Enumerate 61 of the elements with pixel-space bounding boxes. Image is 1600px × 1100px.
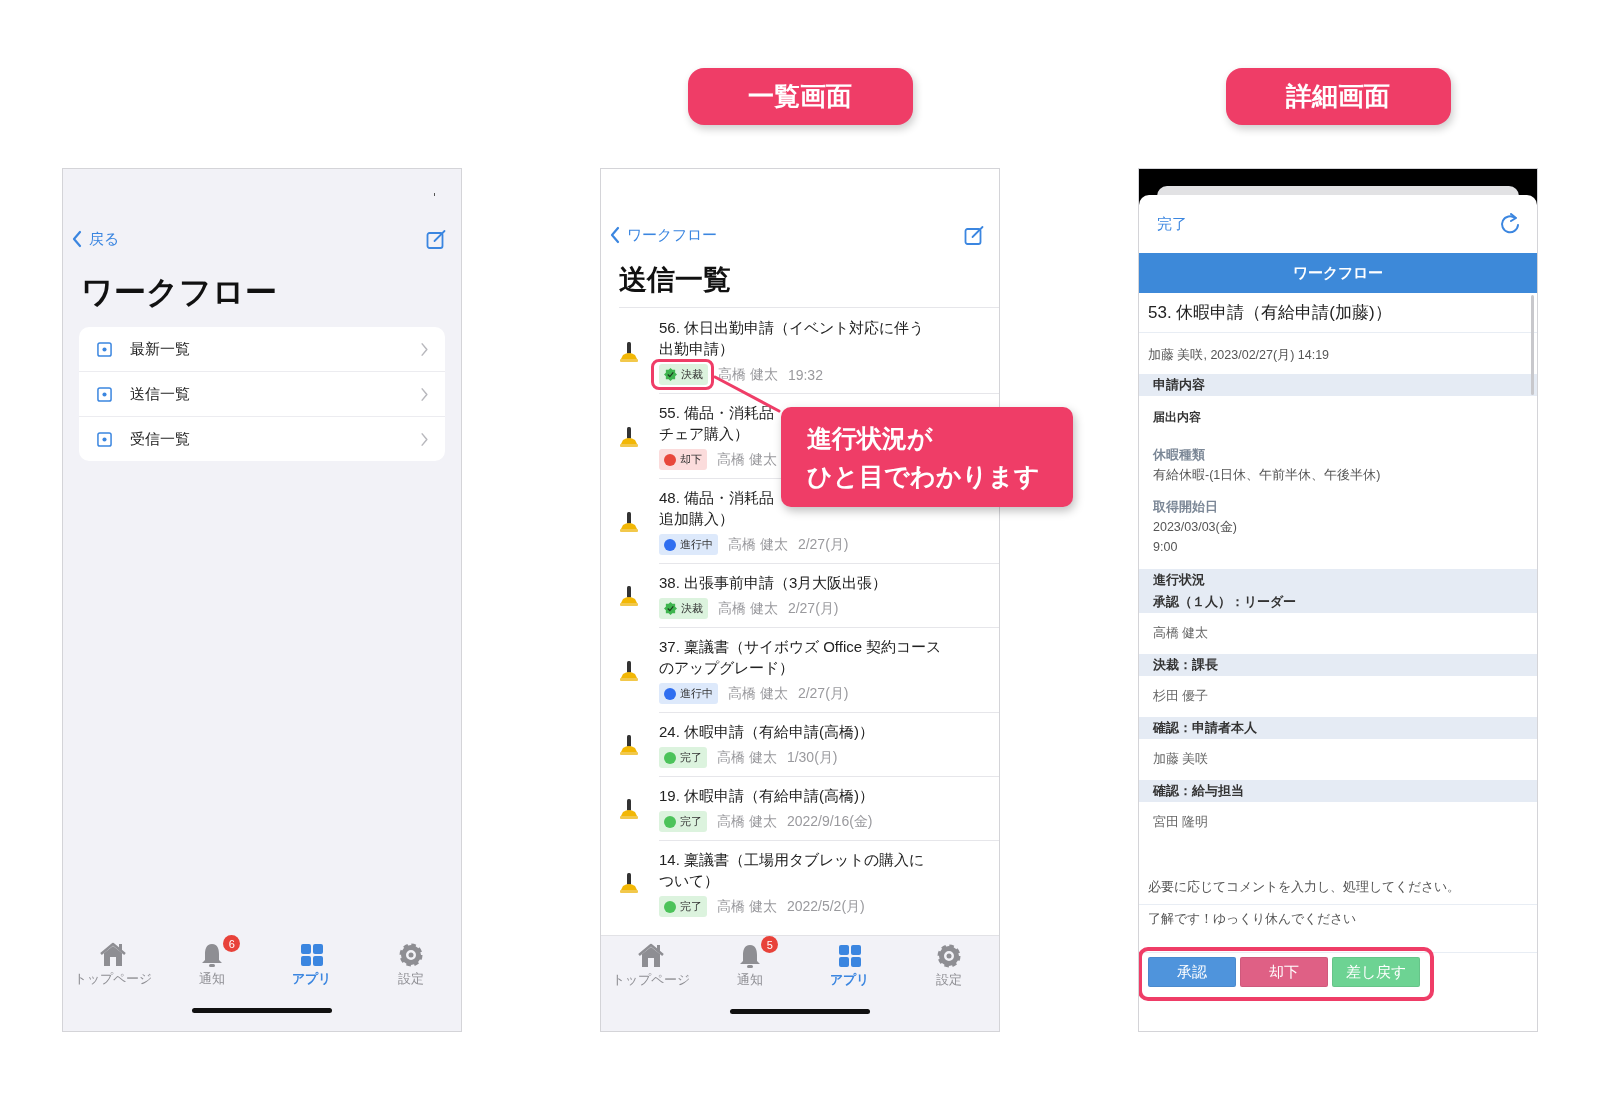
field-value: 有給休暇-(1日休、午前半休、午後半休) xyxy=(1153,467,1382,484)
item-title: ついて） xyxy=(659,871,719,891)
item-title: 48. 備品・消耗品 xyxy=(659,488,775,508)
person-name: 杉田 優子 xyxy=(1152,688,1210,705)
item-title: 37. 稟議書（サイボウズ Office 契約コース xyxy=(659,637,942,657)
section-title: 決裁：課長 xyxy=(1153,657,1219,673)
item-date: 2/27(月) xyxy=(797,535,849,554)
author-name: 高橋 健太 xyxy=(717,450,777,469)
author-name: 高橋 健太 xyxy=(728,535,788,554)
status-badge: 完了 xyxy=(659,811,707,832)
notification-badge: 5 xyxy=(761,936,779,953)
author-name: 高橋 健太 xyxy=(717,897,777,916)
section-title: 確認：給与担当 xyxy=(1153,783,1245,799)
status-badge: 完了 xyxy=(659,896,707,917)
section-title: 承認（１人）：リーダー xyxy=(1153,594,1297,610)
item-title: 追加購入） xyxy=(659,509,734,529)
item-date: 19:32 xyxy=(787,366,823,383)
heading-label: 一覧画面 xyxy=(687,68,913,125)
section-title: 申請内容 xyxy=(1153,377,1206,393)
header-bar: ワークフロー xyxy=(1139,253,1537,293)
callout-text: ひと目でわかります xyxy=(807,461,1041,492)
item-title: のアップグレード） xyxy=(659,658,794,678)
field-label: 休暇種類 xyxy=(1153,447,1206,464)
status-badge: 進行中 xyxy=(659,683,718,704)
detail-meta: 加藤 美咲, 2023/02/27(月) 14:19 xyxy=(1147,347,1331,364)
status-badge: 進行中 xyxy=(659,534,718,555)
item-date: 2022/5/2(月) xyxy=(786,897,865,916)
item-date: 2022/9/16(金) xyxy=(786,812,873,831)
status-badge: 却下 xyxy=(659,449,707,470)
item-date: 2/27(月) xyxy=(787,599,839,618)
status-badge: 完了 xyxy=(659,747,707,768)
notification-badge: 6 xyxy=(223,935,241,952)
item-title: 14. 稟議書（工場用タブレットの購入に xyxy=(659,850,925,870)
status-badge: 決裁 xyxy=(659,598,708,619)
field-value: 2023/03/03(金) xyxy=(1153,519,1238,536)
item-title: 55. 備品・消耗品 xyxy=(659,403,775,423)
field-heading: 届出内容 xyxy=(1152,409,1202,425)
page-title: ワークフロー xyxy=(81,273,278,312)
heading-label: 詳細画面 xyxy=(1225,68,1451,125)
person-name: 宮田 隆明 xyxy=(1152,814,1210,831)
field-value: 9:00 xyxy=(1153,539,1179,556)
author-name: 高橋 健太 xyxy=(718,599,778,618)
item-title: 24. 休暇申請（有給申請(高橋)） xyxy=(659,722,874,742)
field-label: 取得開始日 xyxy=(1153,499,1219,516)
item-title: 出勤申請） xyxy=(659,339,734,359)
item-date: 1/30(月) xyxy=(786,748,838,767)
author-name: 高橋 健太 xyxy=(717,748,777,767)
callout-text: 進行状況が xyxy=(807,423,934,454)
section-title: 確認：申請者本人 xyxy=(1153,720,1258,736)
item-title: 19. 休暇申請（有給申請(高橋)） xyxy=(659,786,874,806)
page-title: 送信一覧 xyxy=(619,261,999,308)
author-name: 高橋 健太 xyxy=(728,684,788,703)
section-title: 進行状況 xyxy=(1153,572,1206,588)
item-title: 56. 休日出勤申請（イベント対応に伴う xyxy=(659,318,925,338)
detail-title: 53. 休暇申請（有給申請(加藤)） xyxy=(1139,293,1537,333)
item-title: 38. 出張事前申請（3月大阪出張） xyxy=(659,573,888,593)
author-name: 高橋 健太 xyxy=(717,812,777,831)
person-name: 加藤 美咲 xyxy=(1152,751,1210,768)
item-date: 2/27(月) xyxy=(797,684,849,703)
item-title: チェア購入） xyxy=(659,424,749,444)
person-name: 高橋 健太 xyxy=(1152,625,1210,642)
